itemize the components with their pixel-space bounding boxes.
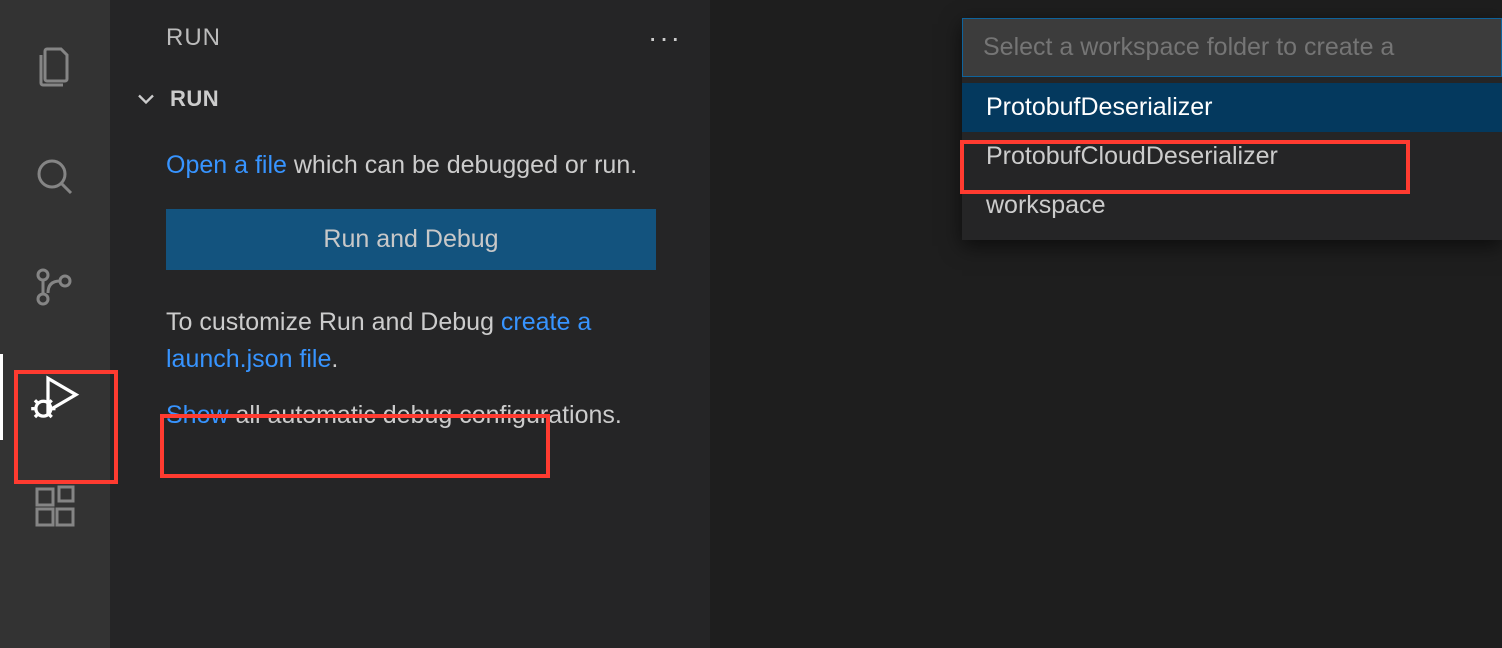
show-link[interactable]: Show — [166, 401, 229, 429]
search-icon[interactable] — [0, 122, 110, 232]
run-section-header[interactable]: RUN — [110, 75, 710, 123]
open-file-text: which can be debugged or run. — [287, 151, 637, 179]
section-title: RUN — [170, 86, 219, 112]
chevron-down-icon — [132, 85, 160, 113]
quickpick-item-workspace[interactable]: workspace — [962, 181, 1502, 230]
show-rest: all automatic debug configurations. — [229, 401, 622, 429]
sidebar-title: RUN — [166, 24, 221, 52]
quickpick-input[interactable] — [962, 18, 1502, 77]
run-and-debug-button[interactable]: Run and Debug — [166, 209, 656, 270]
open-file-paragraph: Open a file which can be debugged or run… — [166, 147, 654, 185]
customize-paragraph: To customize Run and Debug create a laun… — [166, 304, 654, 379]
customize-pre: To customize Run and Debug — [166, 308, 501, 336]
more-icon[interactable]: ··· — [648, 22, 682, 54]
run-panel-body: Open a file which can be debugged or run… — [110, 123, 710, 434]
run-and-debug-icon[interactable] — [0, 342, 110, 452]
explorer-icon[interactable] — [0, 12, 110, 122]
activity-bar — [0, 0, 110, 648]
quickpick-list: ProtobufDeserializer ProtobufCloudDeseri… — [962, 77, 1502, 240]
show-configs-paragraph: Show all automatic debug configurations. — [166, 397, 654, 435]
customize-post: . — [331, 345, 338, 373]
run-sidebar: RUN ··· RUN Open a file which can be deb… — [110, 0, 710, 648]
quickpick-item-protobufdeserializer[interactable]: ProtobufDeserializer — [962, 83, 1502, 132]
workspace-folder-quickpick: ProtobufDeserializer ProtobufCloudDeseri… — [962, 18, 1502, 240]
open-file-link[interactable]: Open a file — [166, 151, 287, 179]
extensions-icon[interactable] — [0, 452, 110, 562]
quickpick-item-protobufclouddeserializer[interactable]: ProtobufCloudDeserializer — [962, 132, 1502, 181]
source-control-icon[interactable] — [0, 232, 110, 342]
